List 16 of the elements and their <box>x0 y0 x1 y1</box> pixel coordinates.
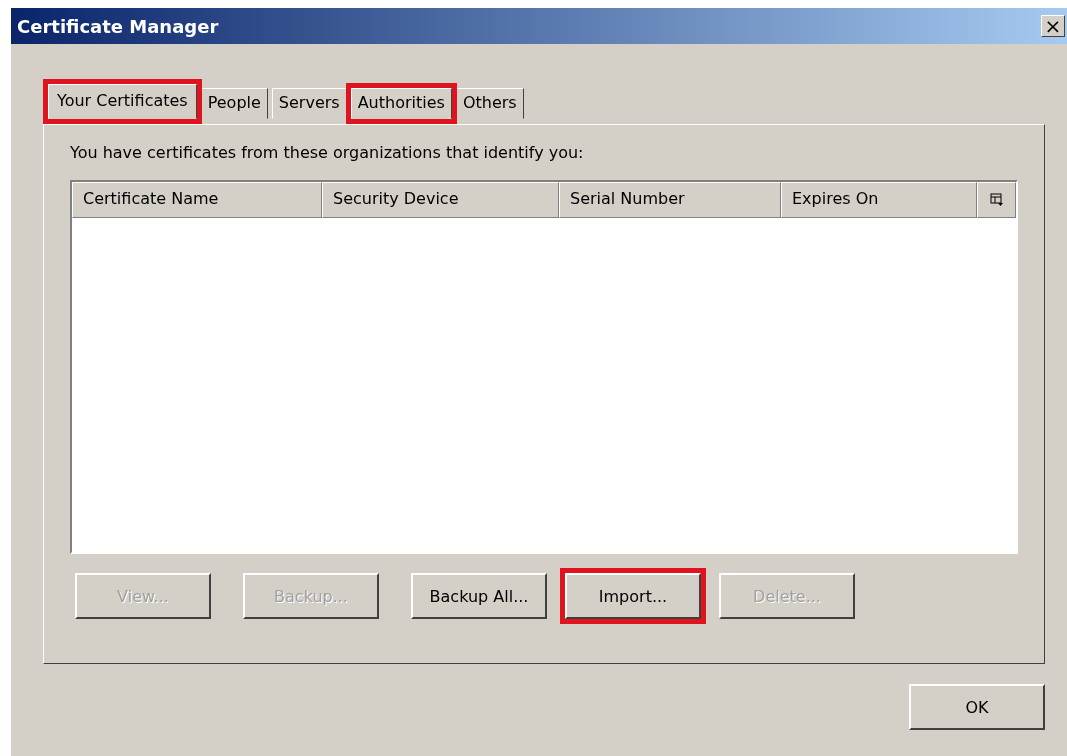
column-picker-icon[interactable] <box>977 182 1016 218</box>
column-header[interactable]: Serial Number <box>559 182 781 218</box>
close-button[interactable]: × <box>1041 15 1065 37</box>
tab[interactable]: Servers <box>271 88 347 119</box>
tab[interactable]: Your Certificates <box>48 84 197 119</box>
column-header[interactable]: Certificate Name <box>72 182 322 218</box>
window-title: Certificate Manager <box>17 15 219 37</box>
column-header[interactable]: Security Device <box>322 182 559 218</box>
column-header[interactable]: Expires On <box>781 182 977 218</box>
tab[interactable]: People <box>200 88 268 119</box>
tab[interactable]: Others <box>455 88 524 119</box>
description-text: You have certificates from these organizations that identify you: <box>70 143 585 162</box>
ok-button[interactable]: OK <box>909 684 1045 730</box>
action-button[interactable]: Import... <box>565 573 701 619</box>
tab[interactable]: Authorities <box>350 88 452 119</box>
action-button[interactable]: Backup All... <box>411 573 547 619</box>
